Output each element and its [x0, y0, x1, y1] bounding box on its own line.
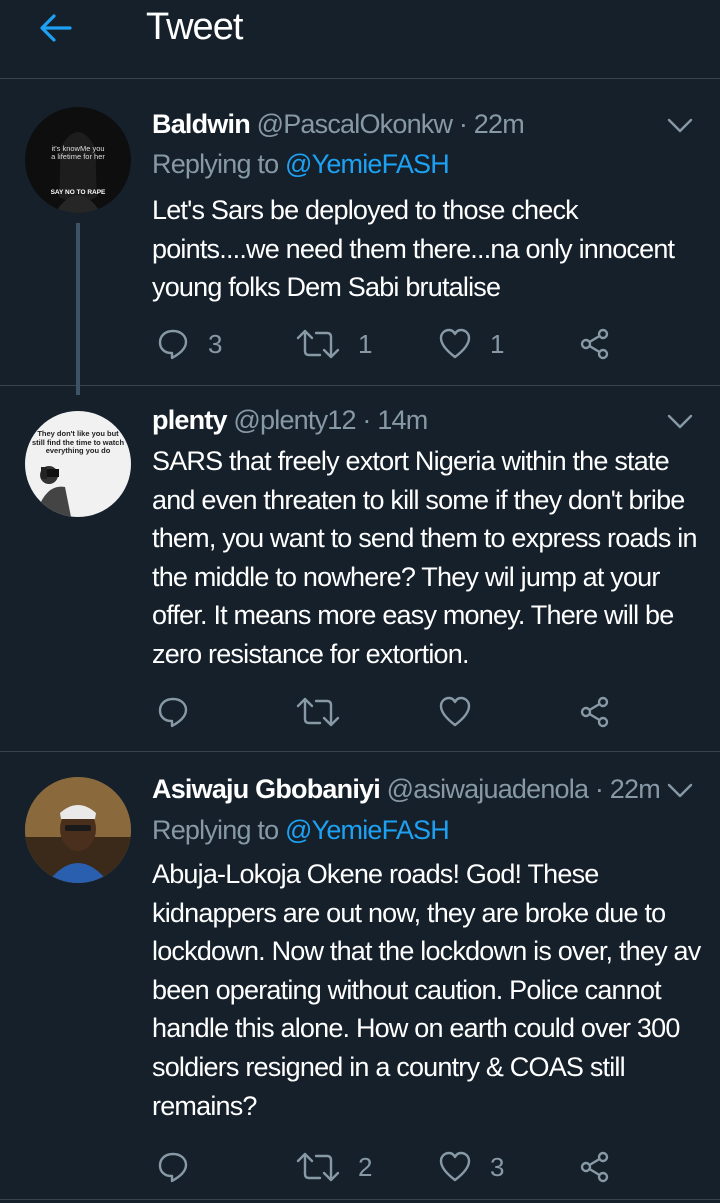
page-title: Tweet	[146, 6, 243, 48]
handle[interactable]: @plenty12	[233, 405, 356, 435]
chevron-down-icon[interactable]	[666, 413, 694, 431]
retweet-button[interactable]: 1	[296, 324, 372, 364]
thread-line	[76, 223, 80, 395]
display-name[interactable]: plenty	[152, 405, 228, 435]
chevron-down-icon[interactable]	[666, 117, 694, 135]
share-button[interactable]	[578, 692, 612, 732]
avatar-figure	[35, 466, 71, 517]
heart-icon	[439, 1151, 471, 1182]
reply-count: 3	[208, 328, 223, 359]
reply-button[interactable]	[156, 692, 208, 732]
share-button[interactable]	[578, 324, 612, 364]
replying-prefix: Replying to	[152, 815, 279, 845]
display-name[interactable]: Asiwaju Gbobaniyi	[152, 774, 381, 804]
like-count: 1	[490, 328, 505, 359]
handle[interactable]: @PascalOkonkw	[257, 109, 453, 139]
retweet-button[interactable]: 2	[296, 1147, 372, 1187]
replying-to: Replying to @YemieFASH	[152, 149, 450, 180]
avatar[interactable]: it's knowMe you a lifetime for her SAY N…	[25, 107, 131, 213]
tweet-text: Let's Sars be deployed to those check po…	[152, 195, 675, 303]
heart-icon	[439, 696, 471, 727]
action-bar	[0, 692, 720, 732]
avatar-caption: a lifetime for her	[51, 152, 105, 161]
reply-button[interactable]	[156, 1147, 208, 1187]
share-icon	[580, 696, 609, 728]
timestamp: · 14m	[362, 405, 428, 435]
tweet-text: Abuja-Lokoja Okene roads! God! These kid…	[152, 859, 701, 1121]
tweet-reply[interactable]: They don't like you but still find the t…	[0, 385, 720, 752]
tweet-header: Baldwin @PascalOkonkw · 22m	[152, 109, 660, 140]
avatar-caption: SAY NO TO RAPE	[50, 189, 106, 196]
tweet-reply[interactable]: Asiwaju Gbobaniyi @asiwajuadenola · 22m …	[0, 752, 720, 1200]
action-bar: 3 1 1	[0, 324, 720, 364]
tweet-reply[interactable]: it's knowMe you a lifetime for her SAY N…	[0, 79, 720, 395]
chevron-down-icon[interactable]	[666, 782, 694, 800]
heart-icon	[439, 328, 471, 359]
replying-handle[interactable]: @YemieFASH	[285, 149, 450, 179]
reply-icon	[158, 1152, 188, 1183]
avatar[interactable]	[25, 777, 131, 883]
retweet-icon	[296, 1152, 340, 1182]
retweet-count: 1	[358, 328, 373, 359]
tweet-header: Asiwaju Gbobaniyi @asiwajuadenola · 22m	[152, 774, 662, 805]
replying-to: Replying to @YemieFASH	[152, 815, 450, 846]
replying-handle[interactable]: @YemieFASH	[285, 815, 450, 845]
share-icon	[580, 328, 609, 360]
retweet-button[interactable]	[296, 692, 358, 732]
timestamp: · 22m	[458, 109, 525, 139]
back-button[interactable]	[36, 8, 76, 48]
tweet-text: SARS that freely extort Nigeria within t…	[152, 446, 698, 669]
reply-icon	[158, 329, 188, 360]
share-button[interactable]	[578, 1147, 612, 1187]
action-bar: 2 3	[0, 1147, 720, 1187]
retweet-icon	[296, 329, 340, 359]
retweet-icon	[296, 697, 340, 727]
like-button[interactable]: 1	[438, 324, 504, 364]
like-count: 3	[490, 1151, 505, 1182]
tweet-header: plenty @plenty12 · 14m	[152, 405, 660, 436]
display-name[interactable]: Baldwin	[152, 109, 251, 139]
handle[interactable]: @asiwajuadenola	[387, 774, 589, 804]
reply-icon	[158, 697, 188, 728]
avatar-figure	[25, 777, 131, 883]
timestamp: · 22m	[594, 774, 661, 804]
reply-button[interactable]: 3	[156, 324, 222, 364]
like-button[interactable]	[438, 692, 490, 732]
avatar[interactable]: They don't like you but still find the t…	[25, 411, 131, 517]
replying-prefix: Replying to	[152, 149, 279, 179]
share-icon	[580, 1151, 609, 1183]
retweet-count: 2	[358, 1151, 373, 1182]
like-button[interactable]: 3	[438, 1147, 504, 1187]
top-bar: Tweet	[0, 0, 720, 79]
arrow-left-icon	[40, 14, 72, 42]
